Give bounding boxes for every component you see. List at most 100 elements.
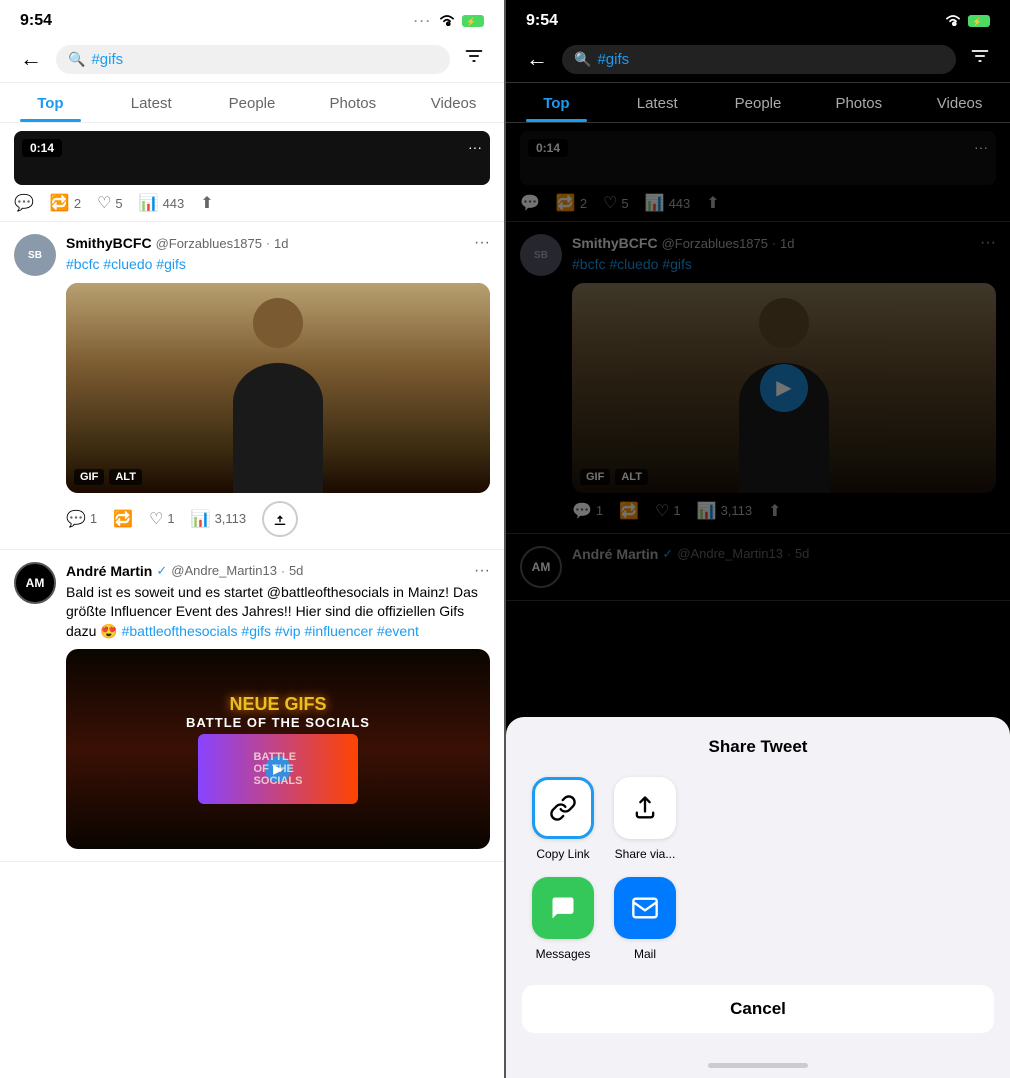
messages-label: Messages [536, 947, 591, 961]
comment-icon-t2: 💬 [66, 509, 86, 529]
share-icon-t1: ⬆ [200, 193, 213, 213]
retweet-count-t1: 2 [74, 196, 81, 211]
views-action-t1: 📊 443 [139, 193, 185, 213]
tab-people-left[interactable]: People [202, 83, 303, 122]
tab-latest-left[interactable]: Latest [101, 83, 202, 122]
search-bar-right[interactable]: 🔍 #gifs [562, 45, 956, 74]
alt-badge-smithy-r: ALT [615, 469, 648, 485]
tweet-media-smithy[interactable]: GIF ALT [66, 283, 490, 493]
play-button-icon[interactable]: ▶ [760, 364, 808, 412]
like-action-t1r[interactable]: ♡ 5 [603, 193, 629, 213]
tweet-andre: AM André Martin ✓ @Andre_Martin13 · 5d ·… [0, 550, 504, 863]
tweet-tags-smithy-r: #bcfc #cluedo #gifs [572, 255, 996, 275]
retweet-action-t2r[interactable]: 🔁 [619, 501, 639, 521]
share-action-t2r[interactable]: ⬆ [768, 501, 781, 521]
comment-action-t1r[interactable]: 💬 [520, 193, 540, 213]
more-btn-andre[interactable]: ··· [474, 562, 490, 580]
views-icon-t2: 📊 [191, 509, 211, 529]
avatar-andre-right: AM [520, 546, 562, 588]
tab-latest-right[interactable]: Latest [607, 83, 708, 122]
cancel-button[interactable]: Cancel [522, 985, 994, 1033]
views-count-t2: 3,113 [215, 511, 247, 526]
share-action-t1r[interactable]: ⬆ [706, 193, 719, 213]
battery-icon-right: ⚡ [968, 15, 990, 27]
tab-videos-left[interactable]: Videos [403, 83, 504, 122]
comment-action-t2[interactable]: 💬 1 [66, 509, 97, 529]
like-count-t1: 5 [115, 196, 122, 211]
comment-action-t2r[interactable]: 💬 1 [572, 501, 603, 521]
more-icon-tweet1-right[interactable]: ··· [974, 139, 988, 155]
filter-button-left[interactable] [458, 44, 490, 74]
tweet-video-partial-right: 0:14 ··· 💬 🔁 2 ♡ 5 📊 443 [506, 123, 1010, 222]
bottom-handle [708, 1063, 808, 1068]
video-timer-right: 0:14 [528, 139, 568, 157]
mail-icon [614, 877, 676, 939]
tweet1-actions-right: 💬 🔁 2 ♡ 5 📊 443 ⬆ [520, 193, 996, 213]
time-left: 9:54 [20, 12, 52, 30]
left-panel: 9:54 ··· ⚡ ← 🔍 #gifs Top Latest People P… [0, 0, 504, 1078]
like-icon-t1: ♡ [97, 193, 111, 213]
search-icon-left: 🔍 [68, 51, 85, 68]
tab-photos-left[interactable]: Photos [302, 83, 403, 122]
more-icon-tweet1[interactable]: ··· [468, 139, 482, 155]
tweet-name-smithy-r: SmithyBCFC [572, 235, 658, 251]
filter-button-right[interactable] [964, 44, 996, 74]
alt-badge-smithy: ALT [109, 469, 142, 485]
wifi-icon [438, 13, 456, 29]
tweet-text-andre: Bald ist es soweit und es startet @battl… [66, 583, 490, 642]
verified-badge-andre-r: ✓ [662, 546, 673, 562]
retweet-action-t2[interactable]: 🔁 [113, 509, 133, 529]
video-timer-left: 0:14 [22, 139, 62, 157]
search-icon-right: 🔍 [574, 51, 591, 68]
comment-action-t1[interactable]: 💬 [14, 193, 34, 213]
search-bar-left[interactable]: 🔍 #gifs [56, 45, 450, 74]
feed-left: 0:14 ··· 💬 🔁 2 ♡ 5 📊 443 [0, 123, 504, 1078]
more-btn-smithy-r[interactable]: ··· [980, 234, 996, 252]
tweet-handle-smithy-r: @Forzablues1875 [662, 236, 768, 251]
share-via-label: Share via... [615, 847, 676, 861]
retweet-icon-t2: 🔁 [113, 509, 133, 529]
more-btn-smithy[interactable]: ··· [474, 234, 490, 252]
status-bar-right: 9:54 ⚡ [506, 0, 1010, 36]
svg-text:⚡: ⚡ [972, 17, 982, 27]
views-count-t1: 443 [163, 196, 185, 211]
share-action-t2[interactable] [262, 501, 298, 537]
like-action-t1[interactable]: ♡ 5 [97, 193, 123, 213]
tweet-media-smithy-right[interactable]: ▶ GIF ALT [572, 283, 996, 493]
share-option-copy-link[interactable]: Copy Link [532, 777, 594, 861]
gif-badge-smithy: GIF [74, 469, 104, 485]
tab-people-right[interactable]: People [708, 83, 809, 122]
retweet-icon-t1: 🔁 [50, 193, 70, 213]
verified-badge-andre: ✓ [156, 563, 167, 579]
retweet-action-t1[interactable]: 🔁 2 [50, 193, 81, 213]
tweet-smithy-right: SB SmithyBCFC @Forzablues1875 · 1d ··· #… [506, 222, 1010, 534]
back-button-right[interactable]: ← [520, 44, 554, 74]
nav-bar-right: ← 🔍 #gifs [506, 36, 1010, 83]
tab-videos-right[interactable]: Videos [909, 83, 1010, 122]
views-action-t2: 📊 3,113 [191, 509, 247, 529]
share-option-mail[interactable]: Mail [614, 877, 676, 961]
share-option-share-via[interactable]: Share via... [614, 777, 676, 861]
tab-photos-right[interactable]: Photos [808, 83, 909, 122]
avatar-andre: AM [14, 562, 56, 604]
tab-top-right[interactable]: Top [506, 83, 607, 122]
tweet-body-andre-r: André Martin ✓ @Andre_Martin13 · 5d [572, 546, 996, 588]
tweet-handle-smithy: @Forzablues1875 [156, 236, 262, 251]
mail-label: Mail [634, 947, 656, 961]
share-option-messages[interactable]: Messages [532, 877, 594, 961]
tweet-smithy: SB SmithyBCFC @Forzablues1875 · 1d ··· #… [0, 222, 504, 550]
share-circle-t2[interactable] [262, 501, 298, 537]
like-action-t2r[interactable]: ♡ 1 [655, 501, 681, 521]
like-icon-t2: ♡ [149, 509, 163, 529]
share-options-row1: Copy Link Share via... [522, 777, 994, 861]
share-action-t1[interactable]: ⬆ [200, 193, 213, 213]
tweet-time-andre-r: 5d [795, 546, 809, 561]
tweet-video-partial: 0:14 ··· 💬 🔁 2 ♡ 5 📊 443 [0, 123, 504, 222]
back-button-left[interactable]: ← [14, 44, 48, 74]
status-icons-right: ⚡ [944, 13, 990, 29]
tab-top-left[interactable]: Top [0, 83, 101, 122]
like-action-t2[interactable]: ♡ 1 [149, 509, 175, 529]
svg-text:⚡: ⚡ [466, 17, 476, 27]
retweet-action-t1r[interactable]: 🔁 2 [556, 193, 587, 213]
tweet-media-andre[interactable]: NEUE GIFS BATTLE OF THE SOCIALS BATTLEOF… [66, 649, 490, 849]
